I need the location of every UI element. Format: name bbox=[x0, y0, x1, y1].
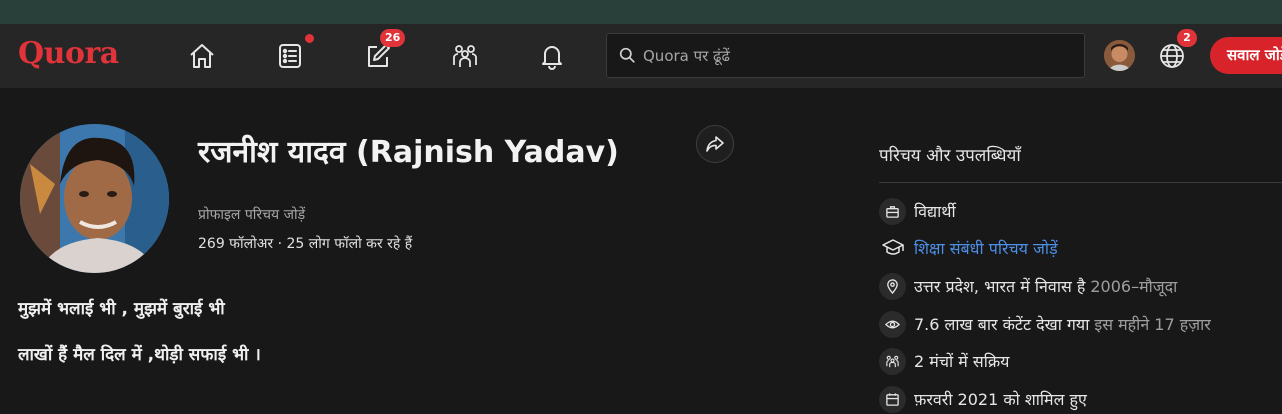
ask-question-button[interactable]: सवाल जोड़ें bbox=[1210, 37, 1282, 74]
credential-extra: 2006–मौजूदा bbox=[1090, 277, 1178, 296]
user-avatar[interactable] bbox=[1104, 40, 1135, 71]
spaces-icon bbox=[879, 347, 906, 375]
browser-top-strip bbox=[0, 0, 1282, 24]
home-icon[interactable] bbox=[183, 37, 221, 75]
bio-line: लाखों हैं मैल दिल में ,थोड़ी सफाई भी । bbox=[18, 345, 261, 365]
search-placeholder: Quora पर ढूंढें bbox=[643, 46, 730, 65]
bio-line: मुझमें भलाई भी , मुझमें बुराई भी bbox=[18, 299, 225, 319]
profile-name: रजनीश यादव (Rajnish Yadav) bbox=[198, 135, 619, 170]
location-icon bbox=[879, 272, 906, 300]
calendar-icon bbox=[879, 385, 906, 413]
follow-stats[interactable]: 269 फॉलोअर · 25 लोग फॉलो कर रहे हैं bbox=[198, 234, 412, 253]
credential-employment[interactable]: विद्यार्थी bbox=[879, 196, 956, 226]
share-icon bbox=[706, 136, 724, 152]
credential-joined[interactable]: फ़रवरी 2021 को शामिल हुए bbox=[879, 384, 1087, 414]
sidebar-divider bbox=[879, 182, 1282, 183]
languages-badge: 2 bbox=[1177, 29, 1197, 47]
credential-text: उत्तर प्रदेश, भारत में निवास है bbox=[914, 277, 1086, 296]
credential-location[interactable]: उत्तर प्रदेश, भारत में निवास है 2006–मौज… bbox=[879, 271, 1177, 301]
credential-extra: इस महीने 17 हज़ार bbox=[1094, 315, 1211, 334]
quora-logo[interactable]: Quora bbox=[18, 36, 119, 71]
sidebar-title: परिचय और उपलब्धियाँ bbox=[879, 146, 1021, 166]
following-icon[interactable] bbox=[271, 37, 309, 75]
credential-education[interactable]: शिक्षा संबंधी परिचय जोड़ें bbox=[879, 233, 1058, 263]
share-profile-button[interactable] bbox=[696, 125, 734, 163]
graduation-cap-icon bbox=[879, 235, 906, 262]
credential-text[interactable]: शिक्षा संबंधी परिचय जोड़ें bbox=[914, 237, 1058, 259]
profile-photo[interactable] bbox=[20, 124, 169, 273]
spaces-icon[interactable] bbox=[446, 37, 484, 75]
add-bio-link[interactable]: प्रोफाइल परिचय जोड़ें bbox=[198, 205, 305, 224]
answer-badge: 26 bbox=[380, 29, 406, 47]
briefcase-icon bbox=[879, 197, 906, 225]
credential-text: 7.6 लाख बार कंटेंट देखा गया bbox=[914, 315, 1090, 334]
following-notification-dot bbox=[305, 34, 314, 43]
credential-text: 2 मंचों में सक्रिय bbox=[914, 352, 1010, 371]
search-input[interactable]: Quora पर ढूंढें bbox=[606, 33, 1085, 78]
eye-icon bbox=[879, 310, 906, 338]
credential-text: विद्यार्थी bbox=[914, 202, 956, 221]
top-navbar: Quora 26 Quora पर ढूंढें 2 सवाल जोड़ें bbox=[0, 24, 1282, 88]
credential-text: फ़रवरी 2021 को शामिल हुए bbox=[914, 390, 1087, 409]
credential-spaces[interactable]: 2 मंचों में सक्रिय bbox=[879, 346, 1009, 376]
search-icon bbox=[619, 47, 635, 63]
credential-views[interactable]: 7.6 लाख बार कंटेंट देखा गया इस महीने 17 … bbox=[879, 309, 1211, 339]
notifications-icon[interactable] bbox=[533, 37, 571, 75]
